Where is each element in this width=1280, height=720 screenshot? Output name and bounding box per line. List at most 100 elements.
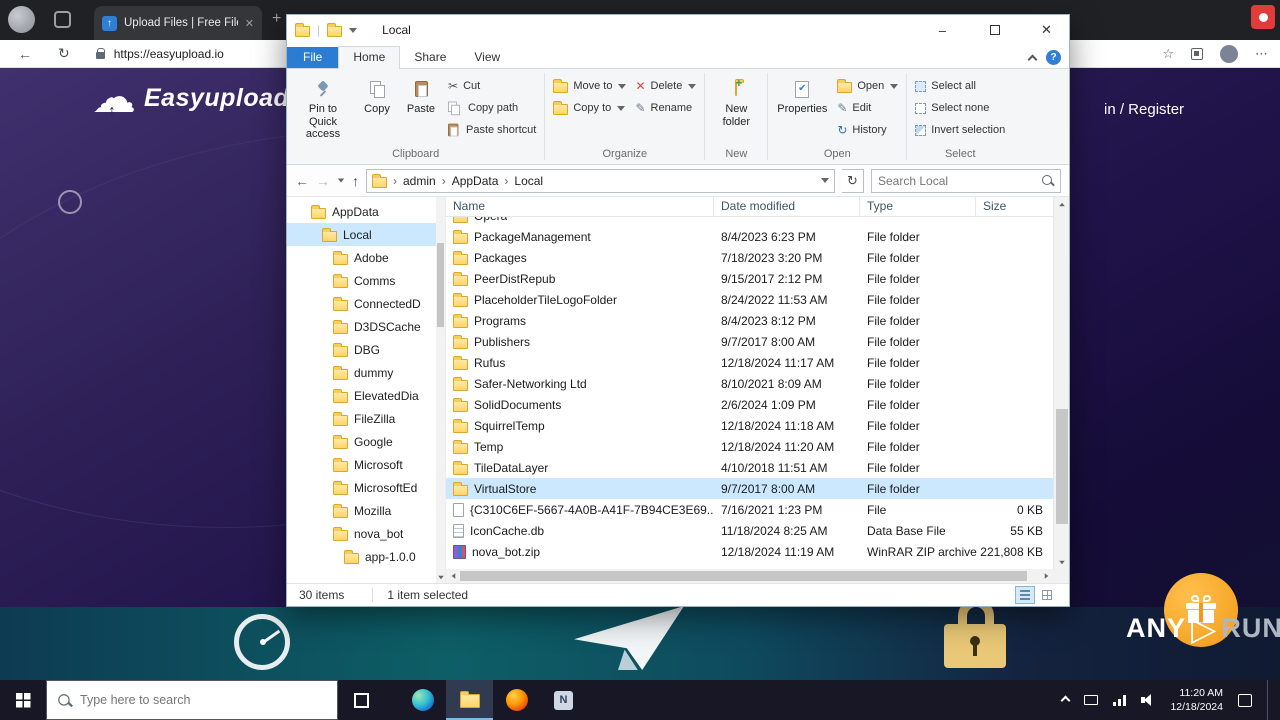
taskbar-edge-button[interactable]	[399, 680, 446, 720]
file-row[interactable]: Safer-Networking Ltd 8/10/2021 8:09 AM F…	[446, 373, 1053, 394]
recent-locations-icon[interactable]	[337, 178, 345, 183]
tab-view[interactable]: View	[460, 47, 514, 68]
select-all-button[interactable]: Select all	[912, 77, 1008, 95]
browser-tab[interactable]: ↑ Upload Files | Free File Upload ✕	[94, 6, 262, 40]
action-center-icon[interactable]	[1238, 693, 1252, 707]
breadcrumb-item[interactable]: › AppData	[439, 174, 502, 188]
taskbar-search-input[interactable]	[80, 693, 326, 707]
file-row[interactable]: SolidDocuments 2/6/2024 1:09 PM File fol…	[446, 394, 1053, 415]
browser-avatar-icon[interactable]	[1220, 44, 1238, 63]
file-row[interactable]: Programs 8/4/2023 8:12 PM File folder	[446, 310, 1053, 331]
paste-button[interactable]: Paste	[400, 73, 442, 118]
volume-tray-icon[interactable]	[1141, 694, 1155, 706]
invert-selection-button[interactable]: Invert selection	[912, 121, 1008, 139]
sidebar-folder-item[interactable]: D3DSCache	[287, 315, 445, 338]
breadcrumb-item[interactable]: › Local	[501, 174, 546, 188]
file-row[interactable]: Temp 12/18/2024 11:20 AM File folder	[446, 436, 1053, 457]
scroll-down-icon[interactable]	[1059, 560, 1065, 564]
partially-visible-row[interactable]: Opera	[446, 217, 1053, 226]
taskbar-firefox-button[interactable]	[493, 680, 540, 720]
sidebar-folder-item[interactable]: Adobe	[287, 246, 445, 269]
qat-customize-chevron-icon[interactable]	[349, 27, 358, 33]
close-button[interactable]: ✕	[1024, 15, 1069, 45]
copy-to-button[interactable]: Copy to	[550, 99, 629, 117]
sidebar-folder-item[interactable]: FileZilla	[287, 407, 445, 430]
up-icon[interactable]: ↑	[352, 173, 359, 189]
refresh-icon[interactable]: ↻	[842, 168, 864, 193]
sidebar-folder-item[interactable]: Microsoft	[287, 453, 445, 476]
column-header-date[interactable]: Date modified	[714, 197, 860, 216]
file-row[interactable]: IconCache.db 11/18/2024 8:25 AM Data Bas…	[446, 520, 1053, 541]
help-icon[interactable]: ?	[1046, 50, 1061, 65]
browser-profile-icon[interactable]	[8, 6, 35, 33]
sidebar-scrollbar-thumb[interactable]	[437, 243, 444, 327]
explorer-search-input[interactable]	[878, 173, 1037, 188]
file-row[interactable]: SquirrelTemp 12/18/2024 11:18 AM File fo…	[446, 415, 1053, 436]
display-tray-icon[interactable]	[1084, 695, 1099, 705]
delete-button[interactable]: ✕ Delete	[632, 77, 699, 95]
pin-to-quick-access-button[interactable]: Pin to Quick access	[292, 73, 354, 143]
maximize-button[interactable]	[972, 15, 1017, 45]
paste-shortcut-button[interactable]: Paste shortcut	[445, 121, 539, 139]
select-none-button[interactable]: Select none	[912, 99, 1008, 117]
network-tray-icon[interactable]	[1113, 694, 1127, 706]
file-row[interactable]: nova_bot.zip 12/18/2024 11:19 AM WinRAR …	[446, 541, 1053, 562]
sidebar-folder-item[interactable]: MicrosoftEd	[287, 476, 445, 499]
sidebar-scroll-down-icon[interactable]	[438, 575, 444, 580]
qat-folder-icon[interactable]	[327, 23, 343, 37]
sidebar-folder-item[interactable]: dummy	[287, 361, 445, 384]
collections-icon[interactable]	[1191, 47, 1203, 60]
taskbar-clock[interactable]: 11:20 AM 12/18/2024	[1170, 686, 1223, 714]
favorites-star-icon[interactable]: ☆	[1162, 46, 1174, 62]
scroll-up-icon[interactable]	[1059, 202, 1065, 206]
tab-share[interactable]: Share	[400, 47, 460, 68]
column-header-size[interactable]: Size	[976, 197, 1053, 216]
sidebar-folder-item[interactable]: Comms	[287, 269, 445, 292]
file-row[interactable]: Packages 7/18/2023 3:20 PM File folder	[446, 247, 1053, 268]
new-folder-button[interactable]: + New folder	[710, 73, 762, 130]
browser-back-icon[interactable]: ←	[18, 46, 32, 62]
edit-button[interactable]: ✎ Edit	[834, 99, 901, 117]
address-dropdown-icon[interactable]	[821, 178, 829, 183]
details-view-button[interactable]	[1015, 586, 1035, 604]
taskbar-explorer-button[interactable]	[446, 680, 493, 720]
tab-close-icon[interactable]: ✕	[245, 17, 254, 30]
scroll-left-icon[interactable]	[451, 573, 455, 579]
address-bar-url[interactable]: https://easyupload.io	[114, 47, 224, 61]
address-breadcrumb-box[interactable]: › admin › AppData › Local	[366, 168, 835, 193]
file-row[interactable]: {C310C6EF-5667-4A0B-A41F-7B94CE3E69... 7…	[446, 499, 1053, 520]
horizontal-scrollbar[interactable]	[446, 569, 1053, 583]
browser-refresh-icon[interactable]: ↻	[58, 45, 70, 62]
minimize-button[interactable]: –	[920, 15, 965, 45]
new-tab-button[interactable]: +	[272, 10, 281, 28]
tab-overview-icon[interactable]	[54, 11, 71, 28]
taskbar-app-button[interactable]: N	[540, 680, 587, 720]
file-row[interactable]: PeerDistRepub 9/15/2017 2:12 PM File fol…	[446, 268, 1053, 289]
login-register-link[interactable]: in / Register	[1104, 101, 1184, 118]
sidebar-folder-item[interactable]: Google	[287, 430, 445, 453]
sidebar-folder-item[interactable]: Mozilla	[287, 499, 445, 522]
scroll-right-icon[interactable]	[1044, 573, 1048, 579]
cut-button[interactable]: ✂ Cut	[445, 77, 539, 95]
file-row[interactable]: PackageManagement 8/4/2023 6:23 PM File …	[446, 226, 1053, 247]
file-row[interactable]: Publishers 9/7/2017 8:00 AM File folder	[446, 331, 1053, 352]
tab-file[interactable]: File	[287, 47, 339, 68]
history-button[interactable]: ↻ History	[834, 121, 901, 139]
file-row[interactable]: Rufus 12/18/2024 11:17 AM File folder	[446, 352, 1053, 373]
collapse-ribbon-icon[interactable]	[1027, 54, 1038, 64]
sidebar-folder-item[interactable]: app-1.0.0	[287, 545, 445, 568]
icons-view-button[interactable]	[1037, 586, 1057, 604]
properties-button[interactable]: ✔ Properties	[773, 73, 831, 118]
site-security-icon[interactable]	[95, 47, 105, 59]
sidebar-folder-item[interactable]: Local	[287, 223, 445, 246]
show-desktop-button[interactable]	[1267, 680, 1272, 720]
start-button[interactable]	[0, 680, 46, 720]
file-row[interactable]: TileDataLayer 4/10/2018 11:51 AM File fo…	[446, 457, 1053, 478]
vertical-scrollbar-thumb[interactable]	[1056, 409, 1068, 525]
copy-button[interactable]: Copy	[357, 73, 397, 118]
browser-menu-icon[interactable]: ⋯	[1255, 46, 1268, 62]
explorer-search-box[interactable]	[871, 168, 1061, 193]
forward-icon[interactable]: →	[316, 173, 330, 189]
sidebar-folder-item[interactable]: ConnectedD	[287, 292, 445, 315]
sidebar-folder-item[interactable]: nova_bot	[287, 522, 445, 545]
